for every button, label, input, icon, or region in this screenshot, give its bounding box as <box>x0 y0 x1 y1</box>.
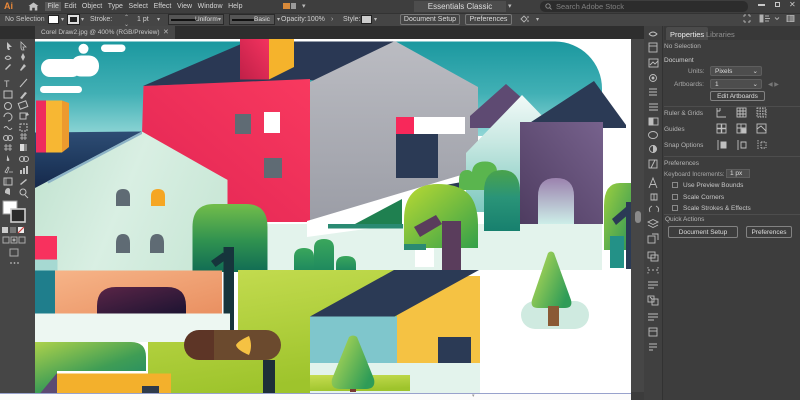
svg-text:T: T <box>4 79 10 89</box>
